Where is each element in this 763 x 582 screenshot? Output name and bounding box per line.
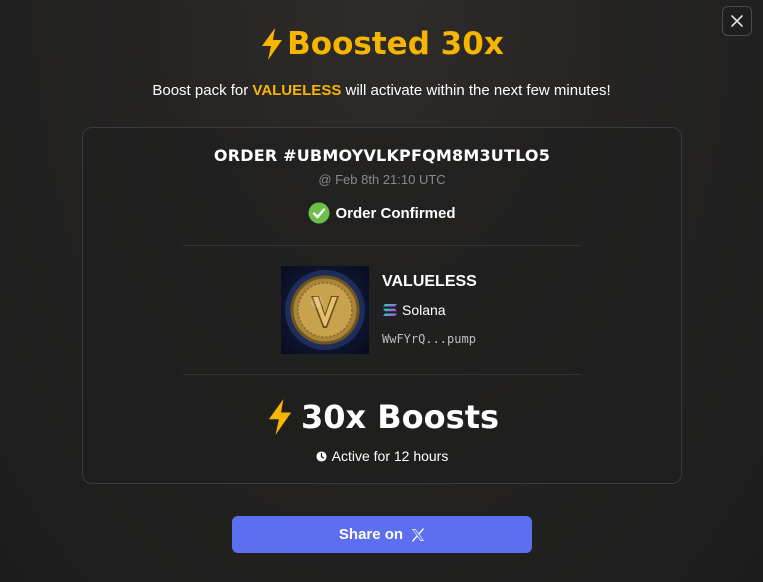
boost-count-label: 30x Boosts (300, 398, 500, 436)
divider (183, 374, 581, 375)
dialog-subtitle: Boost pack for VALUELESS will activate w… (0, 82, 763, 99)
token-logo (281, 266, 369, 354)
clock-icon (316, 450, 327, 462)
token-address: WwFYrQ...pump (382, 332, 476, 346)
order-id: ORDER #UBMOYVLKPFQM8M3UTLO5 (213, 146, 551, 165)
subtitle-prefix: Boost pack for (152, 82, 253, 99)
lightning-icon (268, 399, 292, 435)
x-logo-icon (412, 527, 425, 542)
order-status: Order Confirmed (83, 202, 681, 224)
token-chain-label: Solana (402, 302, 446, 318)
order-status-label: Order Confirmed (335, 204, 456, 222)
token-chain: Solana (382, 302, 446, 318)
share-on-x-button[interactable]: Share on (232, 516, 532, 553)
lightning-icon (262, 28, 283, 60)
dialog-title-text: Boosted 30x (287, 26, 504, 62)
boost-count: 30x Boosts (83, 398, 681, 436)
share-button-label: Share on (338, 526, 404, 543)
divider (183, 245, 581, 246)
order-timestamp: @ Feb 8th 21:10 UTC (318, 172, 446, 187)
subtitle-suffix: will activate within the next few minute… (341, 82, 611, 99)
boost-duration: Active for 12 hours (83, 448, 681, 464)
dialog-title: Boosted 30x (0, 26, 763, 62)
check-circle-icon (308, 202, 330, 224)
boost-duration-label: Active for 12 hours (331, 448, 449, 464)
order-card: ORDER #UBMOYVLKPFQM8M3UTLO5 @ Feb 8th 21… (82, 127, 682, 484)
subtitle-token: VALUELESS (252, 82, 342, 99)
token-name: VALUELESS (382, 273, 477, 290)
solana-icon (383, 304, 397, 316)
